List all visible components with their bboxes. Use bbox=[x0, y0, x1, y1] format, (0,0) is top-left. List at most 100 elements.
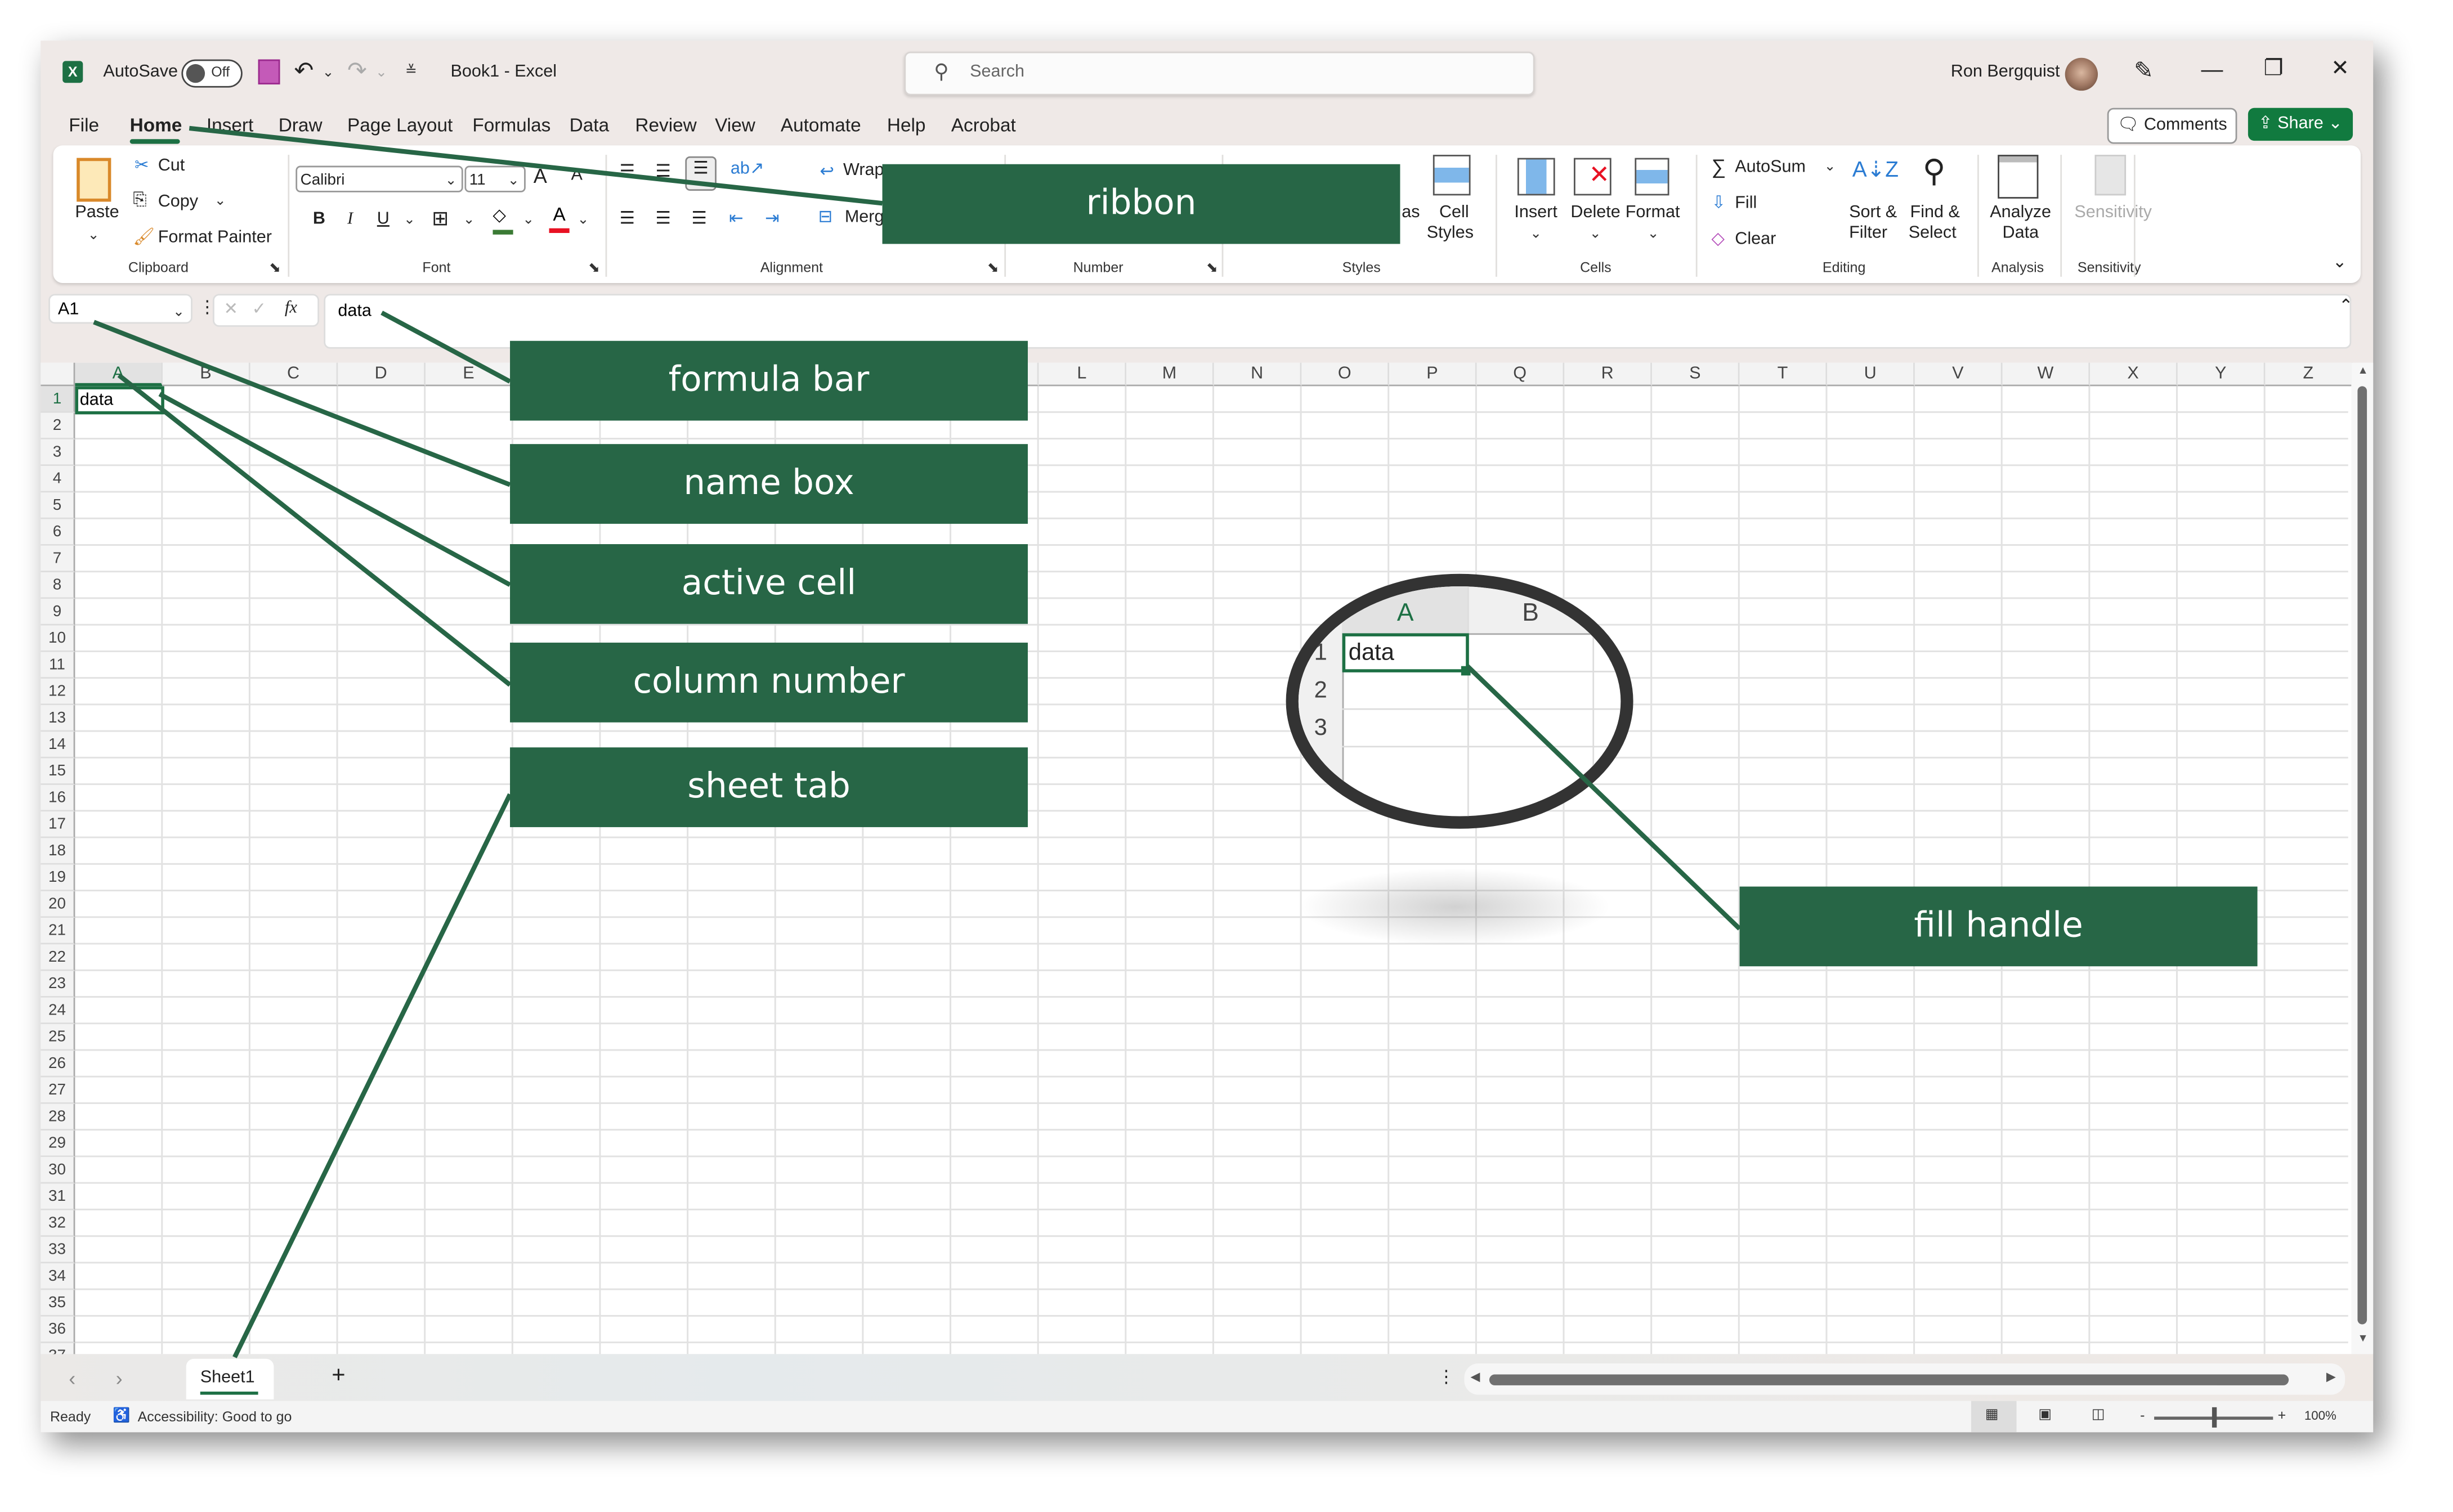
tab-automate[interactable]: Automate bbox=[781, 114, 861, 136]
format-as-table-label[interactable]: as bbox=[1402, 203, 1420, 222]
paste-icon[interactable] bbox=[77, 158, 111, 202]
restore-icon[interactable]: ❐ bbox=[2264, 55, 2284, 81]
number-launcher-icon[interactable]: ⬊ bbox=[1206, 259, 1218, 277]
orientation-icon[interactable]: ab↗ bbox=[731, 158, 764, 178]
row-header-25[interactable]: 25 bbox=[41, 1024, 75, 1051]
copilot-feedback-icon[interactable]: ✎ bbox=[2134, 56, 2154, 84]
row-header-11[interactable]: 11 bbox=[41, 652, 75, 679]
increase-indent-icon[interactable]: ⇥ bbox=[765, 208, 780, 228]
normal-view-button[interactable]: ▦ bbox=[1971, 1401, 2017, 1433]
previous-sheet-icon[interactable]: ‹ bbox=[69, 1367, 75, 1390]
tab-formulas[interactable]: Formulas bbox=[472, 114, 550, 136]
wrap-text-button[interactable]: Wrap bbox=[843, 161, 884, 180]
font-size-combo[interactable]: 11 ⌄ bbox=[464, 165, 526, 192]
clipboard-launcher-icon[interactable]: ⬊ bbox=[269, 259, 281, 277]
delete-button[interactable]: Delete bbox=[1570, 203, 1620, 222]
tab-review[interactable]: Review bbox=[635, 114, 696, 136]
horizontal-scroll-thumb[interactable] bbox=[1489, 1374, 2289, 1385]
row-header-3[interactable]: 3 bbox=[41, 439, 75, 466]
cancel-icon[interactable]: ✕ bbox=[223, 299, 238, 319]
tab-acrobat[interactable]: Acrobat bbox=[951, 114, 1016, 136]
enter-icon[interactable]: ✓ bbox=[252, 299, 266, 319]
vertical-scrollbar[interactable]: ▲ ▼ bbox=[2351, 362, 2374, 1354]
borders-icon[interactable]: ⊞ bbox=[432, 207, 449, 231]
fill-button[interactable]: Fill bbox=[1735, 194, 1757, 213]
merge-center-button[interactable]: Merg bbox=[845, 208, 884, 227]
row-header-4[interactable]: 4 bbox=[41, 466, 75, 493]
cell-styles-button[interactable]: Cell bbox=[1439, 203, 1469, 222]
scroll-right-icon[interactable]: ▶ bbox=[2326, 1370, 2336, 1384]
tab-draw[interactable]: Draw bbox=[279, 114, 323, 136]
share-button[interactable]: ⇪ Share ⌄ bbox=[2248, 107, 2353, 141]
autosum-dropdown-icon[interactable]: ⌄ bbox=[1824, 158, 1836, 176]
zoom-slider-thumb[interactable] bbox=[2212, 1407, 2217, 1428]
column-header-x[interactable]: X bbox=[2090, 362, 2178, 387]
vertical-scroll-thumb[interactable] bbox=[2357, 386, 2367, 1325]
scroll-up-icon[interactable]: ▲ bbox=[2357, 366, 2368, 376]
zoom-level[interactable]: 100% bbox=[2304, 1409, 2336, 1423]
sensitivity-button[interactable]: Sensitivity bbox=[2074, 203, 2152, 222]
row-header-28[interactable]: 28 bbox=[41, 1103, 75, 1131]
sort-filter-button[interactable]: Sort & bbox=[1849, 203, 1897, 222]
scroll-left-icon[interactable]: ◀ bbox=[1471, 1370, 1480, 1384]
column-header-b[interactable]: B bbox=[163, 362, 250, 387]
minimize-icon[interactable]: — bbox=[2201, 56, 2223, 81]
row-header-32[interactable]: 32 bbox=[41, 1210, 75, 1237]
clear-button[interactable]: Clear bbox=[1735, 230, 1776, 248]
row-header-19[interactable]: 19 bbox=[41, 864, 75, 891]
row-header-24[interactable]: 24 bbox=[41, 997, 75, 1025]
decrease-font-icon[interactable]: A bbox=[571, 166, 582, 185]
row-header-7[interactable]: 7 bbox=[41, 545, 75, 573]
accessibility-status[interactable]: Accessibility: Good to go bbox=[138, 1409, 292, 1425]
paste-button[interactable]: Paste bbox=[75, 203, 119, 222]
row-header-27[interactable]: 27 bbox=[41, 1077, 75, 1104]
delete-dropdown-icon[interactable]: ⌄ bbox=[1590, 225, 1601, 243]
row-header-13[interactable]: 13 bbox=[41, 705, 75, 732]
tab-page-layout[interactable]: Page Layout bbox=[347, 114, 453, 136]
increase-font-icon[interactable]: A bbox=[534, 164, 547, 188]
align-right-icon[interactable]: ☰ bbox=[691, 208, 706, 228]
autosave-toggle[interactable]: Off bbox=[181, 59, 243, 88]
add-sheet-button[interactable]: + bbox=[332, 1362, 345, 1388]
fill-handle[interactable] bbox=[1461, 666, 1471, 676]
decrease-indent-icon[interactable]: ⇤ bbox=[729, 208, 744, 228]
save-icon[interactable] bbox=[258, 59, 280, 85]
sheet-options-icon[interactable]: ⋮ bbox=[1438, 1367, 1455, 1387]
active-cell[interactable]: data bbox=[75, 386, 164, 415]
font-color-dropdown-icon[interactable]: ⌄ bbox=[578, 211, 589, 228]
name-box[interactable]: A1 ⌄ bbox=[48, 294, 193, 324]
find-select-button[interactable]: Find & bbox=[1910, 203, 1960, 222]
italic-button[interactable]: I bbox=[347, 209, 353, 228]
column-header-a[interactable]: A bbox=[75, 362, 163, 387]
row-header-9[interactable]: 9 bbox=[41, 599, 75, 626]
align-left-icon[interactable]: ☰ bbox=[620, 208, 635, 228]
font-name-combo[interactable]: Calibri ⌄ bbox=[296, 165, 463, 192]
underline-dropdown-icon[interactable]: ⌄ bbox=[404, 211, 415, 228]
row-header-21[interactable]: 21 bbox=[41, 918, 75, 945]
column-header-c[interactable]: C bbox=[250, 362, 338, 387]
user-name[interactable]: Ron Bergquist bbox=[1951, 62, 2060, 81]
fill-color-dropdown-icon[interactable]: ⌄ bbox=[522, 211, 534, 228]
collapse-formula-bar-icon[interactable]: ⌃ bbox=[2339, 295, 2353, 316]
fill-color-icon[interactable]: ◇ bbox=[493, 205, 513, 235]
cell-styles-button-line2[interactable]: Styles bbox=[1427, 223, 1474, 242]
cut-button[interactable]: Cut bbox=[158, 156, 185, 175]
row-header-29[interactable]: 29 bbox=[41, 1130, 75, 1157]
row-header-10[interactable]: 10 bbox=[41, 625, 75, 652]
row-header-8[interactable]: 8 bbox=[41, 572, 75, 599]
undo-dropdown-icon[interactable]: ⌄ bbox=[323, 64, 334, 82]
top-align-icon[interactable]: ☰ bbox=[620, 161, 635, 181]
row-header-16[interactable]: 16 bbox=[41, 784, 75, 812]
column-header-v[interactable]: V bbox=[1914, 362, 2003, 387]
align-center-icon[interactable]: ☰ bbox=[656, 208, 671, 228]
column-header-w[interactable]: W bbox=[2002, 362, 2091, 387]
column-header-p[interactable]: P bbox=[1389, 362, 1477, 387]
column-header-r[interactable]: R bbox=[1564, 362, 1652, 387]
row-header-17[interactable]: 17 bbox=[41, 811, 75, 838]
scroll-down-icon[interactable]: ▼ bbox=[2357, 1334, 2368, 1344]
zoom-in-button[interactable]: + bbox=[2278, 1407, 2286, 1423]
underline-button[interactable]: U bbox=[377, 209, 390, 228]
zoom-out-button[interactable]: - bbox=[2140, 1407, 2145, 1423]
column-header-z[interactable]: Z bbox=[2265, 362, 2353, 387]
alignment-launcher-icon[interactable]: ⬊ bbox=[987, 259, 999, 277]
